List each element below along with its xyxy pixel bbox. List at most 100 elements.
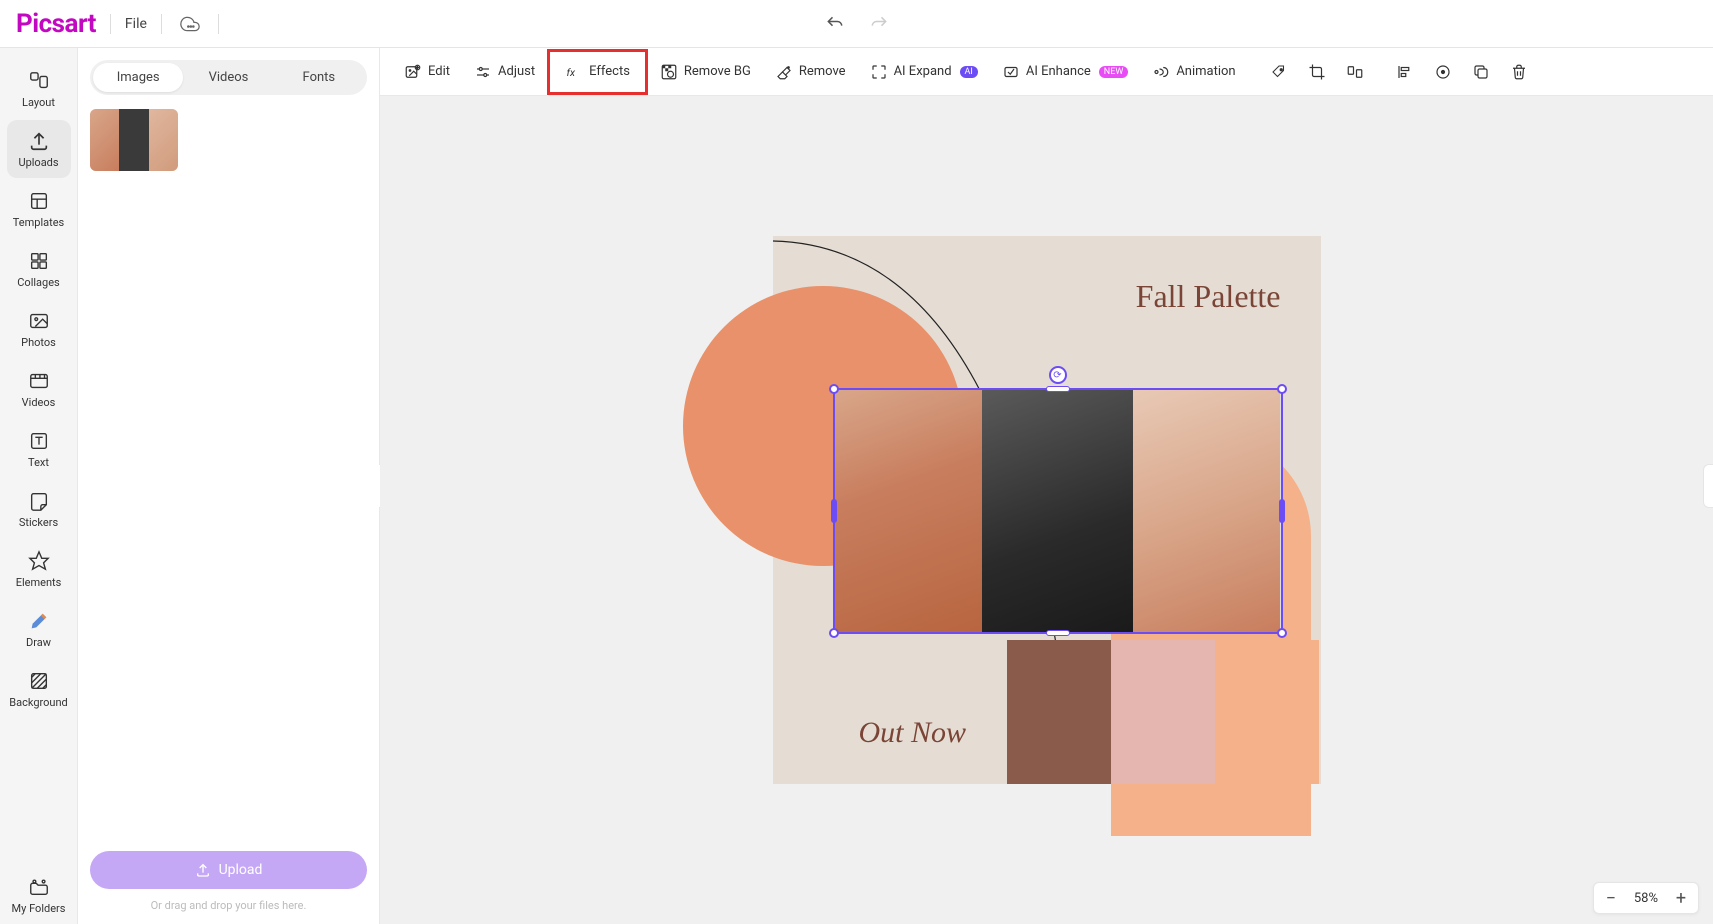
sidebar-item-background[interactable]: Background (7, 660, 71, 718)
duplicate-button[interactable] (1464, 56, 1498, 88)
divider (218, 14, 219, 34)
align-button[interactable] (1388, 56, 1422, 88)
layer-icon (1434, 63, 1452, 81)
sidebar-item-videos[interactable]: Videos (7, 360, 71, 418)
resize-handle-top[interactable] (1046, 386, 1070, 392)
adjust-icon (474, 63, 492, 81)
uploads-panel: Images Videos Fonts Upload Or drag and d… (78, 48, 380, 924)
tab-videos[interactable]: Videos (183, 63, 273, 92)
undo-icon[interactable] (825, 14, 845, 34)
text-icon (28, 430, 50, 452)
ai-expand-button[interactable]: AI Expand AI (860, 56, 988, 88)
selected-image[interactable]: ⟳ (833, 388, 1283, 634)
cloud-sync-button[interactable] (176, 14, 204, 34)
logo: Picsart (16, 9, 96, 39)
sidebar-item-elements[interactable]: Elements (7, 540, 71, 598)
sidebar-item-layout[interactable]: Layout (7, 60, 71, 118)
collages-icon (28, 250, 50, 272)
sidebar-item-templates[interactable]: Templates (7, 180, 71, 238)
crop-button[interactable] (1300, 56, 1334, 88)
upload-thumbnail[interactable] (90, 109, 178, 171)
tool-label: Adjust (498, 64, 535, 79)
ai-badge: AI (960, 66, 978, 78)
animation-icon (1152, 63, 1170, 81)
right-panel-toggle[interactable] (1703, 464, 1713, 508)
sidebar-item-myfolders[interactable]: My Folders (7, 866, 71, 924)
new-badge: NEW (1099, 66, 1129, 78)
canvas-title: Fall Palette (1136, 278, 1281, 315)
sidebar-label: Background (9, 696, 67, 709)
sidebar-item-text[interactable]: Text (7, 420, 71, 478)
flip-button[interactable] (1338, 56, 1372, 88)
fx-icon: fx (565, 63, 583, 81)
upload-icon (195, 862, 211, 878)
sidebar-item-draw[interactable]: Draw (7, 600, 71, 658)
canvas-viewport[interactable]: Fall Palette Out Now ⟳ (380, 96, 1713, 924)
tool-label: Effects (589, 64, 630, 79)
zoom-control: − 58% + (1593, 882, 1699, 914)
sidebar-item-uploads[interactable]: Uploads (7, 120, 71, 178)
resize-handle-tr[interactable] (1277, 384, 1287, 394)
sidebar-item-stickers[interactable]: Stickers (7, 480, 71, 538)
design-canvas[interactable]: Fall Palette Out Now ⟳ (773, 236, 1321, 784)
videos-icon (28, 370, 50, 392)
adjust-button[interactable]: Adjust (464, 56, 545, 88)
elements-icon (28, 550, 50, 572)
zoom-in-button[interactable]: + (1668, 885, 1694, 911)
main-layout: Layout Uploads Templates Collages Photos… (0, 48, 1713, 924)
canvas-area: Edit Adjust fx Effects Remove BG Remove … (380, 48, 1713, 924)
folder-icon (28, 876, 50, 898)
left-sidebar: Layout Uploads Templates Collages Photos… (0, 48, 78, 924)
tab-fonts[interactable]: Fonts (274, 63, 364, 92)
tab-images[interactable]: Images (93, 63, 183, 92)
templates-icon (28, 190, 50, 212)
edit-button[interactable]: Edit (394, 56, 460, 88)
sidebar-label: Uploads (18, 156, 58, 169)
trash-icon (1510, 63, 1528, 81)
expand-icon (870, 63, 888, 81)
context-toolbar: Edit Adjust fx Effects Remove BG Remove … (380, 48, 1713, 96)
image-segment (1133, 390, 1280, 632)
zoom-value[interactable]: 58% (1628, 891, 1664, 906)
sidebar-label: Stickers (19, 516, 58, 529)
eraser-tool-button[interactable] (1262, 56, 1296, 88)
effects-button[interactable]: fx Effects (549, 51, 646, 93)
sidebar-item-collages[interactable]: Collages (7, 240, 71, 298)
file-menu[interactable]: File (125, 16, 147, 32)
upload-button[interactable]: Upload (90, 851, 367, 889)
sidebar-label: Videos (22, 396, 56, 409)
ai-enhance-button[interactable]: AI Enhance NEW (992, 56, 1138, 88)
cloud-icon (180, 14, 200, 34)
zoom-out-button[interactable]: − (1598, 885, 1624, 911)
divider (110, 14, 111, 34)
sidebar-label: Draw (26, 636, 51, 649)
panel-tabs: Images Videos Fonts (90, 60, 367, 95)
remove-bg-button[interactable]: Remove BG (650, 56, 761, 88)
tool-label: AI Expand (894, 64, 952, 79)
resize-handle-right[interactable] (1279, 499, 1285, 523)
resize-handle-tl[interactable] (829, 384, 839, 394)
tool-label: Remove BG (684, 64, 751, 79)
layer-button[interactable] (1426, 56, 1460, 88)
tool-label: Remove (799, 64, 846, 79)
animation-button[interactable]: Animation (1142, 56, 1245, 88)
redo-icon[interactable] (869, 14, 889, 34)
image-segment (982, 390, 1134, 632)
canvas-subtitle: Out Now (859, 716, 967, 750)
delete-button[interactable] (1502, 56, 1536, 88)
sidebar-item-photos[interactable]: Photos (7, 300, 71, 358)
remove-button[interactable]: Remove (765, 56, 856, 88)
sidebar-label: Text (28, 456, 49, 469)
sidebar-label: Photos (21, 336, 56, 349)
resize-handle-left[interactable] (831, 499, 837, 523)
layout-icon (28, 70, 50, 92)
image-segment (835, 390, 982, 632)
resize-handle-br[interactable] (1277, 628, 1287, 638)
rotate-handle[interactable]: ⟳ (1049, 366, 1067, 384)
resize-handle-bl[interactable] (829, 628, 839, 638)
sidebar-label: Collages (17, 276, 59, 289)
upload-label: Upload (219, 862, 263, 878)
resize-handle-bottom[interactable] (1046, 630, 1070, 636)
align-icon (1396, 63, 1414, 81)
divider (161, 14, 162, 34)
